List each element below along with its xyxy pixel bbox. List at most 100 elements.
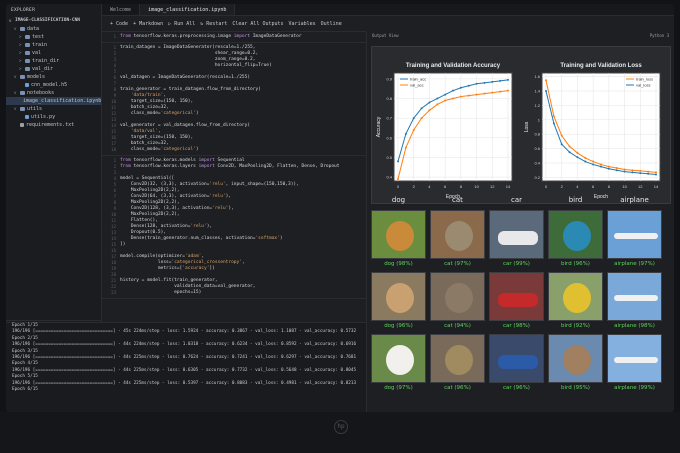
tree-item-train[interactable]: > train [6,41,101,49]
tree-item-image-classification-ipynb[interactable]: image_classification.ipynb [6,97,101,105]
data-point-val_acc [507,89,509,92]
y-tick-label: 0.4 [534,161,540,166]
tree-item-data[interactable]: v data [6,25,101,33]
add-markdown-button[interactable]: + Markdown [133,21,163,27]
variables-button[interactable]: Variables [289,21,316,27]
explorer-root-folder[interactable]: v IMAGE-CLASSIFICATION-CNN [6,17,101,25]
data-point-train_acc [420,107,423,110]
kernel-label[interactable]: Python 3 [650,33,669,39]
chevron-right-icon: > [19,34,22,39]
code-editor[interactable]: 1 from tensorflow.keras.preprocessing.ima… [102,32,366,322]
tree-item-utils-py[interactable]: utils.py [6,113,101,121]
category-header: cat [452,196,463,204]
tree-item-notebooks[interactable]: v notebooks [6,89,101,97]
data-point-train_loss [600,163,602,166]
plot-area [393,72,513,182]
image-subject [614,233,658,239]
data-point-train_loss [545,79,547,82]
tree-item-cnn-model-h5[interactable]: cnn_model.h5 [6,81,101,89]
code-cell[interactable]: 1 from tensorflow.keras.preprocessing.ima… [102,32,366,43]
x-tick-label: 10 [622,184,627,189]
prediction-label: airplane (97%) [614,261,655,267]
data-point-val_loss [600,165,602,168]
terminal-line: 196/196 [==============================]… [12,355,357,361]
tree-item-label: utils [27,106,43,112]
data-point-train_loss [615,167,618,170]
y-tick-label: 1.6 [534,74,540,79]
data-point-train_loss [576,151,579,154]
chevron-right-icon: > [19,50,22,55]
training-plots: Training and Validation Accuracy Epoch Acc… [371,46,671,204]
file-icon [25,115,29,119]
restart-button[interactable]: ↻ Restart [200,21,227,27]
folder-icon [20,75,25,79]
legend-entry: train_loss [636,77,653,82]
tree-item-val[interactable]: > val [6,49,101,57]
data-point-val_loss [623,170,626,173]
tree-item-label: requirements.txt [26,122,75,128]
chevron-down-icon: v [9,18,12,23]
chevron-down-icon: v [14,90,17,95]
prediction-label: airplane (99%) [614,385,655,391]
tree-item-test[interactable]: > test [6,33,101,41]
legend-entry: val_acc [410,83,424,88]
editor-tabs: Welcome image_classification.ipynb [102,4,674,16]
brand-logo-icon: hp [334,420,348,434]
image-subject [386,283,414,313]
add-code-button[interactable]: + Code [110,21,128,27]
data-point-val_acc [459,95,462,98]
clear-outputs-button[interactable]: Clear All Outputs [232,21,283,27]
folder-icon [25,67,30,71]
data-point-train_acc [467,84,470,87]
tree-item-label: data [27,26,40,32]
terminal-line: Epoch 6/15 [12,387,38,393]
x-tick-label: 4 [576,184,579,189]
data-point-val_loss [647,172,650,175]
data-point-val_acc [428,109,431,112]
run-all-button[interactable]: ▷ Run All [168,21,195,27]
tab-notebook[interactable]: image_classification.ipynb [140,4,236,15]
root-folder-label: IMAGE-CLASSIFICATION-CNN [15,18,81,23]
folder-icon [25,51,30,55]
image-subject [498,231,538,245]
tree-item-label: val_dir [32,66,54,72]
tree-item-train-dir[interactable]: > train_dir [6,57,101,65]
chevron-down-icon: v [14,74,17,79]
data-point-train_loss [631,169,634,172]
tab-welcome[interactable]: Welcome [102,4,141,15]
prediction-label: bird (95%) [561,385,590,391]
data-point-val_loss [552,122,555,125]
data-point-val_loss [545,90,547,92]
tab-welcome-label: Welcome [110,6,132,13]
x-tick-label: 10 [474,184,479,189]
data-point-train_loss [552,115,555,118]
image-subject [563,283,591,313]
tree-item-models[interactable]: v models [6,73,101,81]
prediction-image-bird [548,210,603,259]
x-tick-label: 14 [506,184,511,189]
y-tick-label: 0.6 [534,146,540,151]
data-point-train_loss [592,160,595,163]
prediction-label: car (98%) [503,323,530,329]
outline-button[interactable]: Outline [321,21,342,27]
data-point-val_loss [568,151,571,154]
tree-item-label: train [32,42,48,48]
prediction-label: bird (96%) [561,261,590,267]
code-cell[interactable]: 1 2 3 4 5 6 7 8 9 10 11 12 13 14 15 16 1… [102,43,366,156]
tree-item-val-dir[interactable]: > val_dir [6,65,101,73]
file-tree: v data > test > train > val > train_dir > val_dir v m… [6,25,101,129]
code-text: from tensorflow.keras.models import Sequ… [120,158,340,295]
y-tick-label: 0.9 [386,76,392,81]
folder-icon [20,107,25,111]
data-point-train_loss [655,171,657,174]
data-point-train_loss [584,156,587,159]
code-cell[interactable]: 1 2 3 4 5 6 7 8 9 10 11 12 13 14 15 16 1… [102,156,366,299]
prediction-image-dog [371,272,426,321]
tree-item-utils[interactable]: v utils [6,105,101,113]
x-tick-label: 2 [413,184,416,189]
data-point-train_loss [560,134,563,137]
data-point-val_loss [639,172,642,175]
tree-item-label: val [32,50,42,56]
prediction-label: cat (96%) [444,385,471,391]
tree-item-requirements-txt[interactable]: requirements.txt [6,121,101,129]
